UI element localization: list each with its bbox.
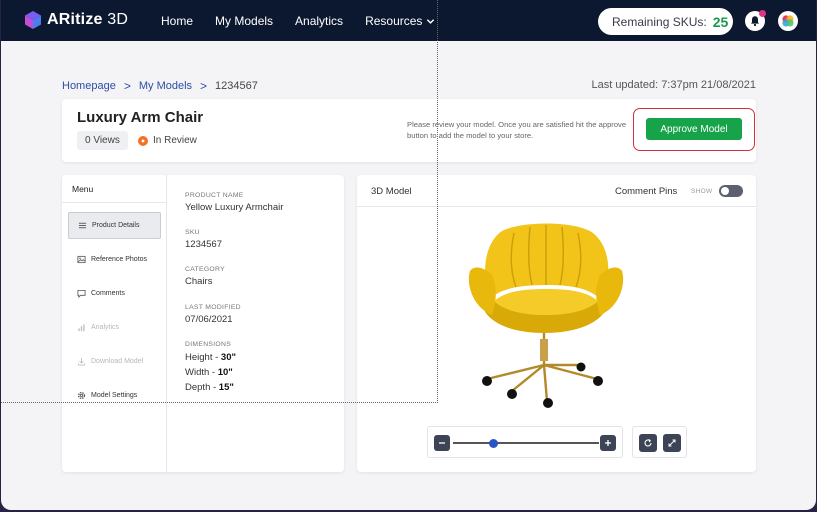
gear-icon xyxy=(77,391,86,400)
avatar[interactable] xyxy=(778,11,798,31)
menu-item-label: Comments xyxy=(91,290,125,297)
plus-icon xyxy=(605,440,611,446)
detail-dimensions: DIMENSIONS Height - 30" Width - 10" Dept… xyxy=(185,341,236,393)
menu-heading: Menu xyxy=(62,175,167,203)
zoom-slider-thumb[interactable] xyxy=(489,438,499,448)
viewer-tools xyxy=(632,426,687,458)
chevron-down-icon xyxy=(427,18,435,24)
approve-model-button[interactable]: Approve Model xyxy=(646,118,742,140)
minus-icon xyxy=(439,442,445,444)
vertical-guide-line xyxy=(437,0,438,403)
menu-item-label: Model Settings xyxy=(91,392,138,399)
zoom-in-button[interactable] xyxy=(600,435,616,451)
nav-resources-label: Resources xyxy=(365,14,423,28)
comment-pins-label: Comment Pins xyxy=(615,186,678,197)
comment-icon xyxy=(77,289,86,298)
detail-label: SKU xyxy=(185,229,200,236)
remaining-skus-count: 25 xyxy=(712,13,729,30)
download-icon xyxy=(77,357,86,366)
menu-item-reference-photos[interactable]: Reference Photos xyxy=(68,246,161,273)
last-updated-text: Last updated: 7:37pm 21/08/2021 xyxy=(591,79,756,91)
review-instructions: Please review your model. Once you are s… xyxy=(407,120,627,140)
cube-logo-icon xyxy=(25,11,41,29)
toggle-knob xyxy=(721,187,729,195)
breadcrumb: Homepage > My Models > 1234567 xyxy=(62,79,258,93)
image-icon xyxy=(77,255,86,264)
detail-value: Yellow Luxury Armchair xyxy=(185,202,284,213)
breadcrumb-separator: > xyxy=(123,79,131,93)
top-nav-bar: ARitize 3D Home My Models Analytics Reso… xyxy=(1,0,816,41)
detail-value: Chairs xyxy=(185,276,213,287)
bell-icon xyxy=(751,16,759,27)
product-header-card: Luxury Arm Chair 0 Views In Review Pleas… xyxy=(62,99,756,162)
dimension-width: Width - 10" xyxy=(185,367,233,378)
detail-label: CATEGORY xyxy=(185,266,225,273)
brand-logo[interactable]: ARitize 3D xyxy=(23,10,128,30)
zoom-control xyxy=(427,426,623,458)
menu-item-product-details[interactable]: Product Details xyxy=(68,212,161,239)
breadcrumb-current: 1234567 xyxy=(215,80,258,92)
product-info-panel: Menu Product Details Reference Photos Co… xyxy=(62,175,344,472)
model-viewer-header: 3D Model Comment Pins SHOW xyxy=(357,175,756,207)
nav-resources[interactable]: Resources xyxy=(365,14,435,28)
side-menu: Menu Product Details Reference Photos Co… xyxy=(62,175,167,472)
views-badge: 0 Views xyxy=(77,131,128,150)
detail-label: DIMENSIONS xyxy=(185,341,232,348)
remaining-skus-label: Remaining SKUs: xyxy=(612,14,707,29)
main-nav: Home My Models Analytics Resources xyxy=(161,14,435,28)
dimension-height: Height - 30" xyxy=(185,352,236,363)
status-label: In Review xyxy=(153,135,197,146)
menu-item-download-model: Download Model xyxy=(68,348,161,375)
page-title: Luxury Arm Chair xyxy=(77,109,204,126)
brand-name: ARitize 3D xyxy=(47,11,129,28)
nav-analytics[interactable]: Analytics xyxy=(295,14,343,28)
model-viewer-panel: 3D Model Comment Pins SHOW xyxy=(357,175,756,472)
menu-item-comments[interactable]: Comments xyxy=(68,280,161,307)
notification-dot xyxy=(759,10,766,17)
breadcrumb-homepage[interactable]: Homepage xyxy=(62,80,116,92)
status-dot-icon xyxy=(138,135,148,146)
fullscreen-button[interactable] xyxy=(663,434,681,452)
breadcrumb-my-models[interactable]: My Models xyxy=(139,80,192,92)
horizontal-guide-line xyxy=(1,402,438,403)
menu-item-label: Analytics xyxy=(91,324,120,331)
menu-item-model-settings[interactable]: Model Settings xyxy=(68,382,161,409)
detail-value: 1234567 xyxy=(185,239,222,250)
breadcrumb-separator: > xyxy=(200,79,208,93)
model-viewer-title: 3D Model xyxy=(371,186,412,197)
chair-3d-model[interactable] xyxy=(462,219,632,415)
zoom-out-button[interactable] xyxy=(434,435,450,451)
bar-chart-icon xyxy=(78,324,85,332)
notifications-button[interactable] xyxy=(745,10,766,31)
detail-category: CATEGORY Chairs xyxy=(185,266,225,287)
comment-pins-toggle[interactable] xyxy=(719,185,743,197)
nav-home[interactable]: Home xyxy=(161,14,193,28)
detail-sku: SKU 1234567 xyxy=(185,229,222,250)
show-label: SHOW xyxy=(691,188,713,195)
nav-my-models[interactable]: My Models xyxy=(215,14,273,28)
dimension-depth: Depth - 15" xyxy=(185,382,234,393)
menu-item-analytics: Analytics xyxy=(68,314,161,341)
avatar-logo-icon xyxy=(782,15,794,27)
menu-item-label: Product Details xyxy=(92,222,140,229)
detail-label: LAST MODIFIED xyxy=(185,304,241,311)
detail-product-name: PRODUCT NAME Yellow Luxury Armchair xyxy=(185,192,283,213)
remaining-skus-badge: Remaining SKUs: 25 xyxy=(598,8,733,35)
rotate-reset-button[interactable] xyxy=(639,434,657,452)
detail-label: PRODUCT NAME xyxy=(185,192,244,199)
menu-item-label: Download Model xyxy=(91,358,144,365)
detail-value: 07/06/2021 xyxy=(185,314,233,325)
zoom-slider-track[interactable] xyxy=(453,438,599,448)
list-icon xyxy=(78,222,87,229)
menu-item-label: Reference Photos xyxy=(91,256,148,263)
refresh-icon xyxy=(644,438,652,447)
expand-icon xyxy=(668,439,676,447)
detail-last-modified: LAST MODIFIED 07/06/2021 xyxy=(185,304,241,325)
app-window: ARitize 3D Home My Models Analytics Reso… xyxy=(1,0,816,510)
status-badge: In Review xyxy=(138,135,197,146)
